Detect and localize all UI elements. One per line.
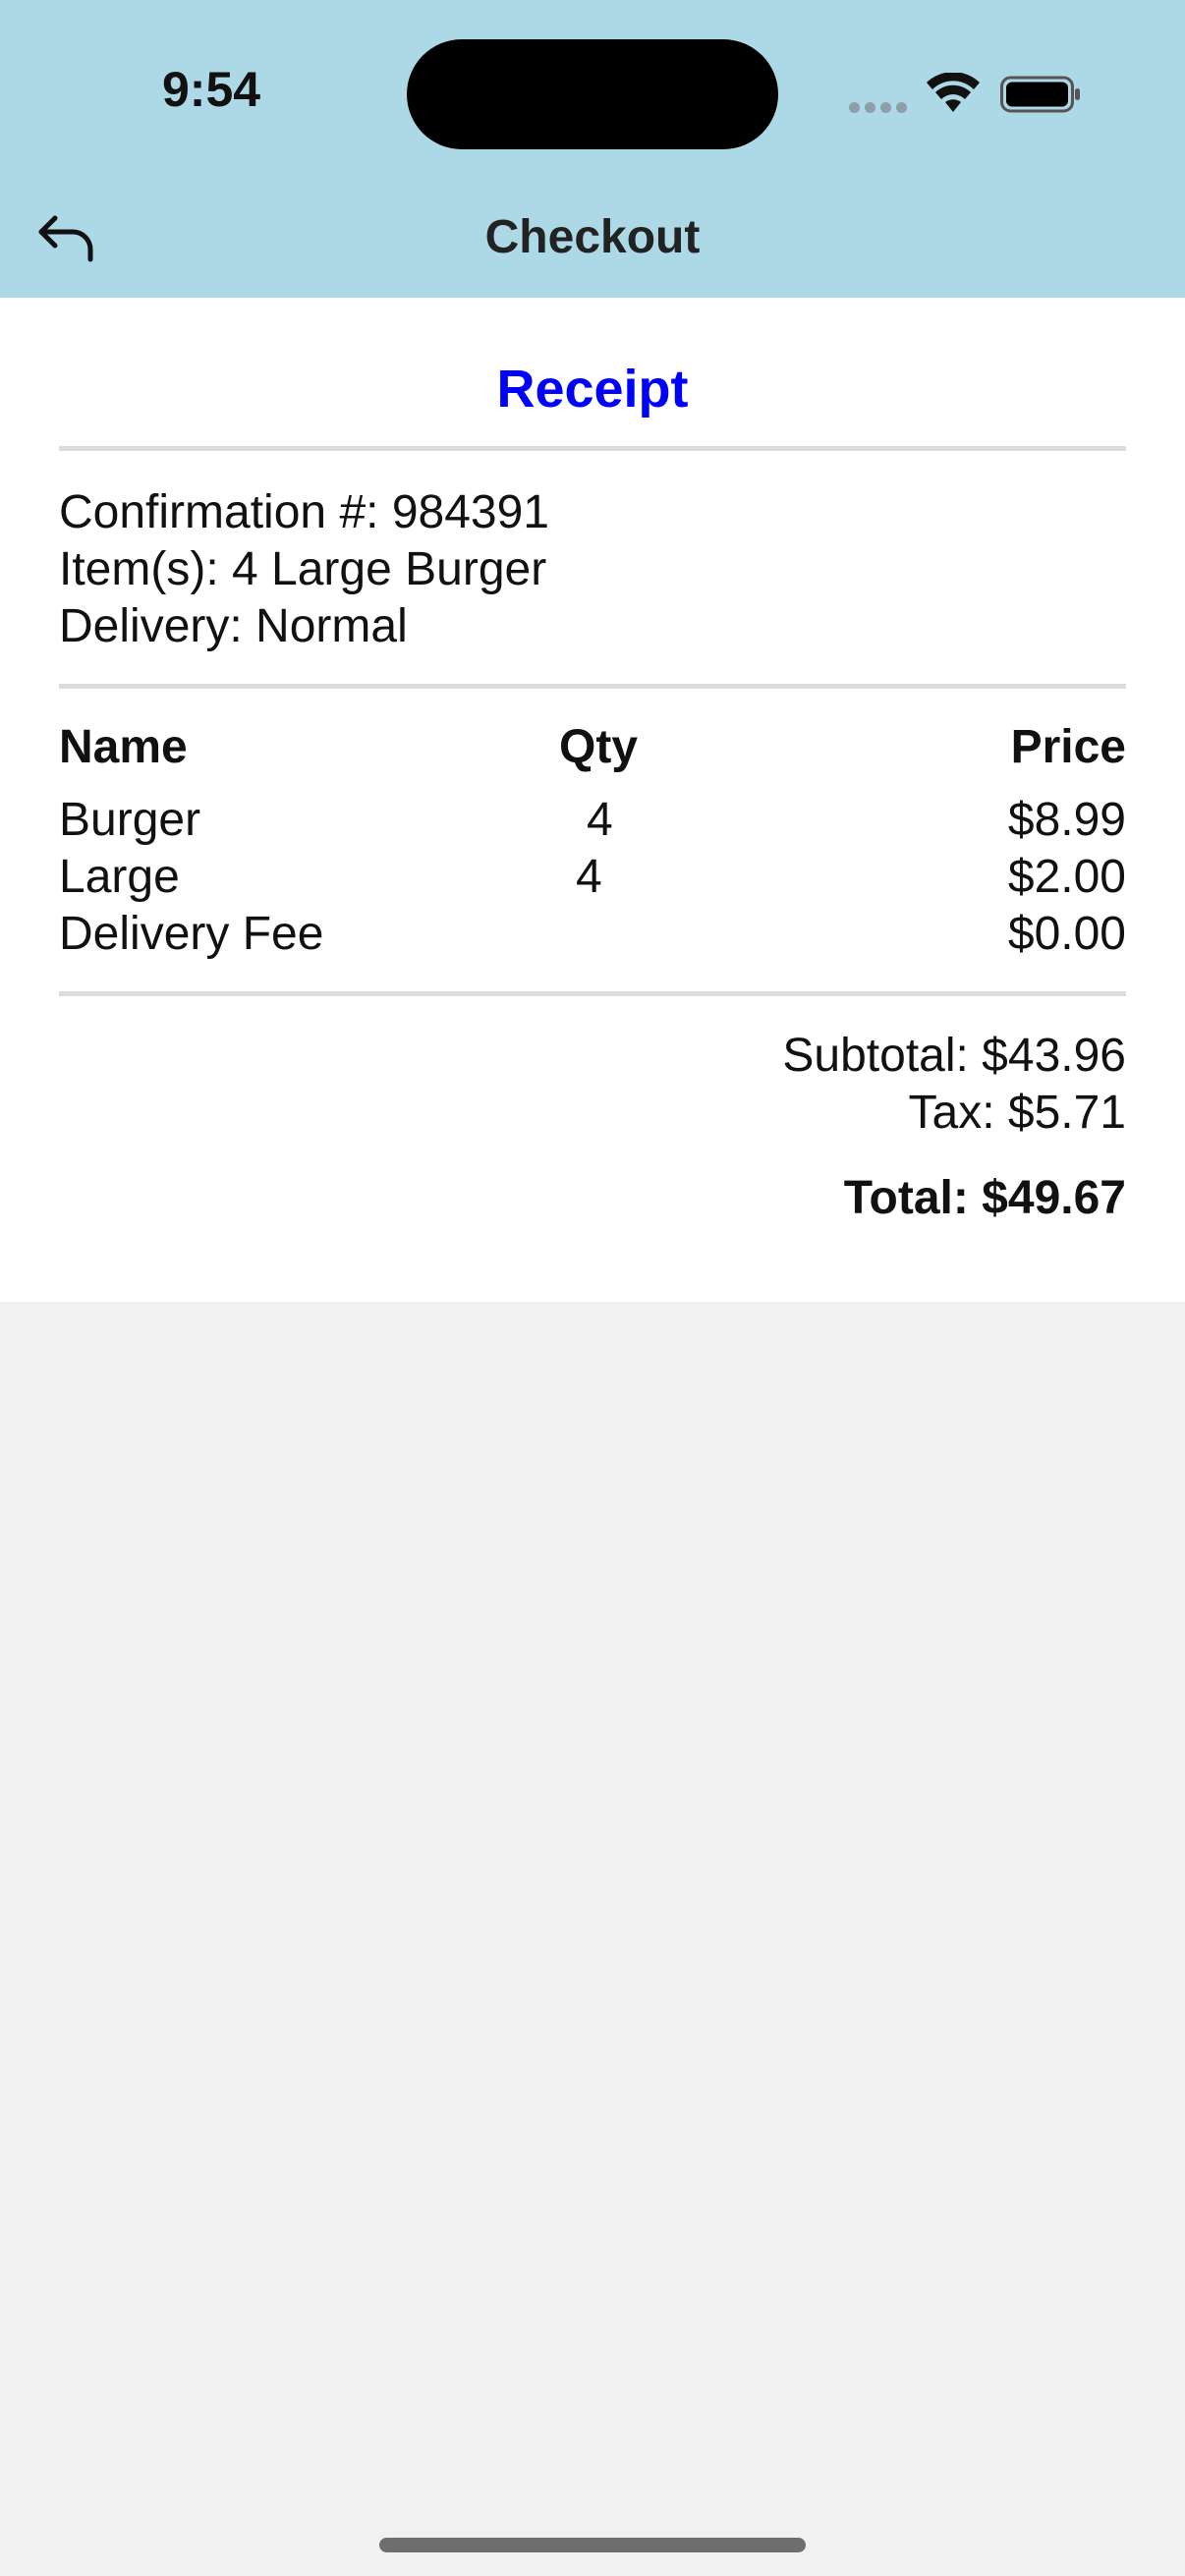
row-price: $2.00 xyxy=(1007,851,1126,903)
divider xyxy=(59,684,1126,689)
column-header-name: Name xyxy=(59,721,188,773)
receipt-card: Receipt Confirmation #: 984391 Item(s): … xyxy=(0,298,1185,1302)
nav-header: 9:54 Checkout xyxy=(0,0,1185,298)
subtotal: Subtotal: $43.96 xyxy=(782,1030,1126,1082)
row-qty: 4 xyxy=(587,794,613,846)
row-price: $0.00 xyxy=(1007,908,1126,960)
divider xyxy=(59,991,1126,996)
delivery-type: Delivery: Normal xyxy=(59,600,408,652)
items-summary: Item(s): 4 Large Burger xyxy=(59,543,547,595)
row-name: Large xyxy=(59,851,180,903)
row-name: Burger xyxy=(59,794,201,846)
row-name: Delivery Fee xyxy=(59,908,324,960)
battery-icon xyxy=(1000,76,1080,113)
home-indicator[interactable] xyxy=(379,2538,806,2552)
column-header-price: Price xyxy=(1010,721,1126,773)
total: Total: $49.67 xyxy=(843,1172,1126,1224)
receipt-title: Receipt xyxy=(496,360,689,419)
row-qty: 4 xyxy=(576,851,602,903)
confirmation-number: Confirmation #: 984391 xyxy=(59,486,549,538)
cellular-signal-icon xyxy=(849,102,908,114)
tax: Tax: $5.71 xyxy=(908,1087,1126,1139)
dynamic-island xyxy=(407,39,778,149)
page-title: Checkout xyxy=(484,211,701,263)
row-price: $8.99 xyxy=(1007,794,1126,846)
wifi-icon xyxy=(927,73,980,112)
status-time: 9:54 xyxy=(162,62,261,117)
column-header-qty: Qty xyxy=(559,721,639,773)
divider xyxy=(59,446,1126,451)
